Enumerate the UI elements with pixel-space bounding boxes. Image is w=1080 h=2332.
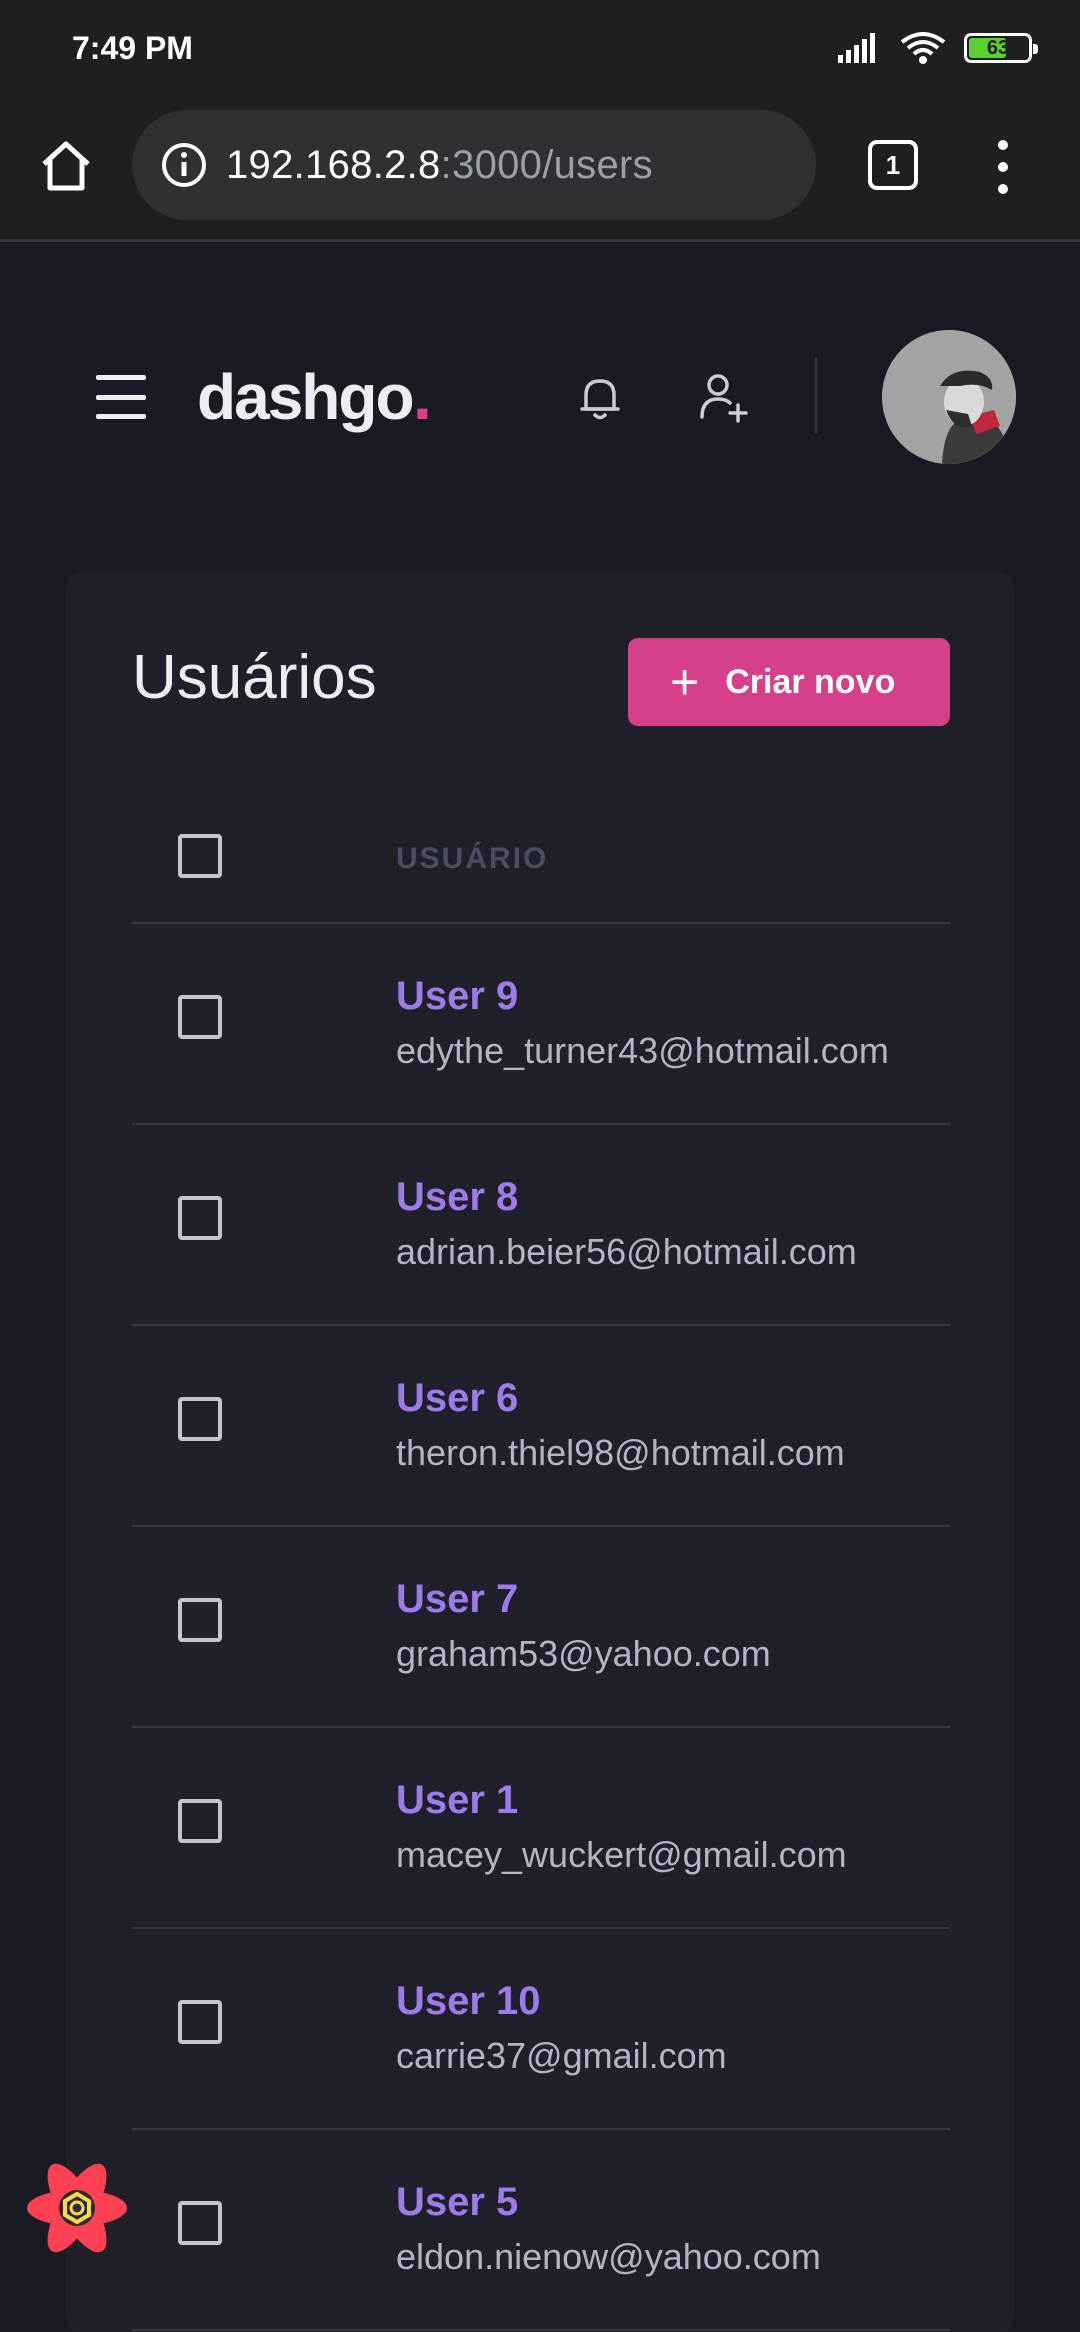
user-email: theron.thiel98@hotmail.com: [396, 1432, 845, 1473]
table-row: User 6 theron.thiel98@hotmail.com: [132, 1326, 950, 1527]
menu-icon[interactable]: [96, 375, 146, 419]
user-email: carrie37@gmail.com: [396, 2035, 727, 2076]
user-name-link[interactable]: User 1: [396, 1778, 518, 1823]
row-checkbox[interactable]: [178, 2201, 222, 2245]
avatar[interactable]: [882, 330, 1016, 464]
user-email: adrian.beier56@hotmail.com: [396, 1231, 857, 1272]
avatar-image: [882, 330, 1016, 464]
table-row: User 1 macey_wuckert@gmail.com: [132, 1728, 950, 1929]
page-title: Usuários: [132, 643, 377, 712]
user-name-link[interactable]: User 7: [396, 1577, 518, 1622]
logo-text: dashgo: [197, 361, 415, 433]
row-checkbox[interactable]: [178, 1799, 222, 1843]
home-icon: [42, 141, 90, 191]
row-checkbox[interactable]: [178, 1598, 222, 1642]
menu-dot: [998, 140, 1008, 150]
user-name-link[interactable]: User 9: [396, 974, 518, 1019]
select-all-checkbox[interactable]: [178, 834, 222, 878]
bell-icon[interactable]: [572, 369, 628, 425]
app-header: dashgo.: [0, 245, 1080, 545]
url-host: 192.168.2.8: [226, 142, 441, 187]
react-devtools-icon[interactable]: [22, 2158, 132, 2258]
address-bar[interactable]: 192.168.2.8:3000/users: [132, 110, 816, 220]
info-icon[interactable]: [160, 141, 208, 189]
column-header-user: USUÁRIO: [396, 842, 549, 875]
header-divider: [815, 357, 817, 433]
create-user-button[interactable]: + Criar novo: [628, 638, 950, 726]
status-time: 7:49 PM: [72, 29, 193, 66]
user-name-link[interactable]: User 10: [396, 1979, 541, 2024]
battery-tip: [1033, 44, 1038, 54]
table-header: USUÁRIO: [132, 794, 950, 924]
home-button[interactable]: [36, 136, 96, 196]
row-checkbox[interactable]: [178, 995, 222, 1039]
signal-icon: [838, 33, 875, 63]
browser-toolbar: 192.168.2.8:3000/users 1: [0, 96, 1080, 242]
status-bar: 7:49 PM 63: [0, 0, 1080, 96]
users-card: Usuários + Criar novo USUÁRIO User 9 edy…: [66, 572, 1014, 2332]
user-email: eldon.nienow@yahoo.com: [396, 2236, 821, 2277]
menu-line: [96, 414, 146, 419]
menu-dot: [998, 162, 1008, 172]
user-name-link[interactable]: User 8: [396, 1175, 518, 1220]
wifi-icon: [900, 32, 946, 64]
table-row: User 5 eldon.nienow@yahoo.com: [132, 2130, 950, 2331]
url-text: 192.168.2.8:3000/users: [226, 143, 653, 188]
logo-dot: .: [412, 356, 433, 434]
logo[interactable]: dashgo.: [197, 355, 433, 435]
row-checkbox[interactable]: [178, 1397, 222, 1441]
users-table-body: User 9 edythe_turner43@hotmail.com User …: [132, 924, 950, 2331]
user-email: edythe_turner43@hotmail.com: [396, 1030, 889, 1071]
plus-icon: +: [670, 654, 700, 710]
create-button-label: Criar novo: [725, 662, 896, 701]
table-row: User 7 graham53@yahoo.com: [132, 1527, 950, 1728]
url-path: :3000/users: [440, 142, 653, 187]
user-add-icon[interactable]: [694, 367, 754, 427]
menu-line: [96, 394, 146, 400]
table-row: User 10 carrie37@gmail.com: [132, 1929, 950, 2130]
row-checkbox[interactable]: [178, 2000, 222, 2044]
battery-percent: 63: [986, 36, 1010, 59]
user-email: macey_wuckert@gmail.com: [396, 1834, 847, 1875]
browser-menu-button[interactable]: [988, 140, 1018, 194]
menu-line: [96, 375, 146, 380]
tab-switcher-button[interactable]: 1: [868, 140, 918, 190]
table-row: User 9 edythe_turner43@hotmail.com: [132, 924, 950, 1125]
status-icons: 63: [838, 31, 1038, 65]
user-name-link[interactable]: User 6: [396, 1376, 518, 1421]
row-checkbox[interactable]: [178, 1196, 222, 1240]
table-row: User 8 adrian.beier56@hotmail.com: [132, 1125, 950, 1326]
user-email: graham53@yahoo.com: [396, 1633, 771, 1674]
user-name-link[interactable]: User 5: [396, 2180, 518, 2225]
menu-dot: [998, 184, 1008, 194]
battery-indicator: 63: [964, 33, 1038, 63]
